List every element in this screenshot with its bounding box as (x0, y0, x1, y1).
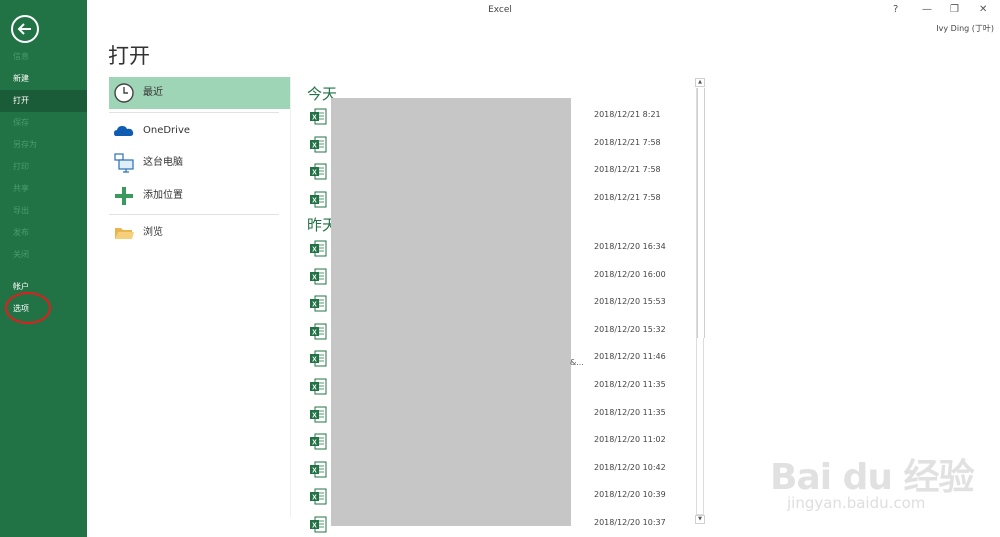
nav-publish: 发布 (13, 228, 29, 237)
back-arrow-icon (17, 23, 31, 35)
nav-save: 保存 (13, 118, 29, 127)
excel-file-icon: X (310, 323, 327, 340)
nav-export: 导出 (13, 206, 29, 215)
svg-text:X: X (312, 301, 317, 308)
location-browse[interactable]: 浏览 (109, 217, 290, 249)
excel-file-icon: X (310, 295, 327, 312)
file-date: 2018/12/20 11:35 (594, 380, 666, 389)
location-label: OneDrive (143, 125, 191, 136)
close-button[interactable]: ✕ (979, 4, 987, 15)
file-date: 2018/12/21 7:58 (594, 165, 661, 175)
nav-new[interactable]: 新建 (0, 68, 87, 90)
back-button[interactable] (11, 15, 39, 43)
backstage-sidebar: 信息 新建 打开 保存 另存为 打印 共享 导出 发布 关闭 帐户 选项 (0, 0, 87, 537)
scrollbar-thumb[interactable] (697, 88, 705, 338)
divider (290, 77, 291, 517)
excel-file-icon: X (310, 191, 327, 208)
excel-file-icon: X (310, 461, 327, 478)
file-date: 2018/12/21 7:58 (594, 137, 661, 147)
svg-text:X: X (312, 412, 317, 419)
excel-file-icon: X (310, 406, 327, 423)
excel-file-icon: X (310, 350, 327, 367)
svg-text:X: X (312, 114, 317, 121)
location-onedrive[interactable]: OneDrive (109, 115, 290, 147)
file-date: 2018/12/20 11:02 (594, 435, 666, 445)
location-label: 浏览 (143, 227, 163, 238)
location-recent[interactable]: 最近 (109, 77, 290, 109)
location-label: 这台电脑 (143, 157, 183, 168)
svg-text:X: X (312, 467, 317, 474)
nav-info: 信息 (13, 52, 29, 61)
divider (109, 112, 279, 113)
file-date: 2018/12/21 8:21 (594, 110, 661, 119)
file-date: 2018/12/20 10:39 (594, 490, 666, 500)
scroll-down-icon[interactable]: ▼ (695, 515, 705, 524)
nav-close: 关闭 (13, 250, 29, 259)
excel-file-icon: X (310, 488, 327, 505)
svg-text:X: X (312, 384, 317, 391)
excel-file-icon: X (310, 433, 327, 450)
minimize-button[interactable]: — (922, 4, 932, 15)
truncated-path: &... (570, 358, 584, 367)
svg-text:X: X (312, 357, 317, 364)
location-this-pc[interactable]: 这台电脑 (109, 147, 290, 179)
nav-share: 共享 (13, 184, 29, 193)
excel-file-icon: X (310, 163, 327, 180)
nav-print: 打印 (13, 162, 29, 171)
file-date: 2018/12/20 10:42 (594, 462, 666, 472)
plus-icon (115, 187, 133, 205)
svg-text:X: X (312, 197, 317, 204)
excel-file-icon: X (310, 240, 327, 257)
svg-text:X: X (312, 329, 317, 336)
folder-icon (115, 228, 134, 239)
clock-icon (114, 83, 134, 103)
cloud-icon (114, 126, 134, 136)
file-date: 2018/12/20 16:34 (594, 242, 666, 251)
excel-file-icon: X (310, 136, 327, 153)
page-title: 打开 (108, 44, 150, 68)
svg-text:X: X (312, 169, 317, 176)
watermark-logo: Bai du 经验 (770, 457, 975, 498)
restore-button[interactable]: ❐ (950, 4, 959, 15)
file-date: 2018/12/21 7:58 (594, 192, 661, 202)
excel-file-icon: X (310, 516, 327, 533)
svg-text:X: X (312, 495, 317, 502)
nav-open[interactable]: 打开 (0, 90, 87, 112)
redacted-file-names (331, 98, 571, 526)
computer-icon (114, 153, 134, 173)
svg-text:X: X (312, 142, 317, 149)
location-label: 添加位置 (143, 190, 183, 201)
svg-text:X: X (312, 522, 317, 529)
window-title: Excel (488, 5, 512, 15)
watermark-url: jingyan.baidu.com (787, 494, 926, 512)
file-date: 2018/12/20 11:35 (594, 407, 666, 417)
file-date: 2018/12/20 10:37 (594, 518, 666, 527)
highlight-circle (5, 292, 51, 324)
nav-save-as: 另存为 (13, 140, 37, 149)
divider (109, 214, 279, 215)
svg-text:X: X (312, 246, 317, 253)
help-button[interactable]: ? (893, 4, 898, 15)
excel-file-icon: X (310, 108, 327, 125)
location-add-place[interactable]: 添加位置 (109, 180, 290, 212)
file-date: 2018/12/20 15:53 (594, 297, 666, 307)
user-name[interactable]: Ivy Ding (丁叶) (936, 23, 994, 34)
file-date: 2018/12/20 11:46 (594, 352, 666, 362)
file-date: 2018/12/20 15:32 (594, 324, 666, 334)
scrollbar[interactable]: ▲ ▼ (695, 78, 705, 524)
scroll-up-icon[interactable]: ▲ (695, 78, 705, 87)
excel-file-icon: X (310, 268, 327, 285)
file-date: 2018/12/20 16:00 (594, 269, 666, 279)
svg-text:X: X (312, 274, 317, 281)
excel-file-icon: X (310, 378, 327, 395)
svg-text:X: X (312, 439, 317, 446)
location-label: 最近 (143, 87, 163, 98)
